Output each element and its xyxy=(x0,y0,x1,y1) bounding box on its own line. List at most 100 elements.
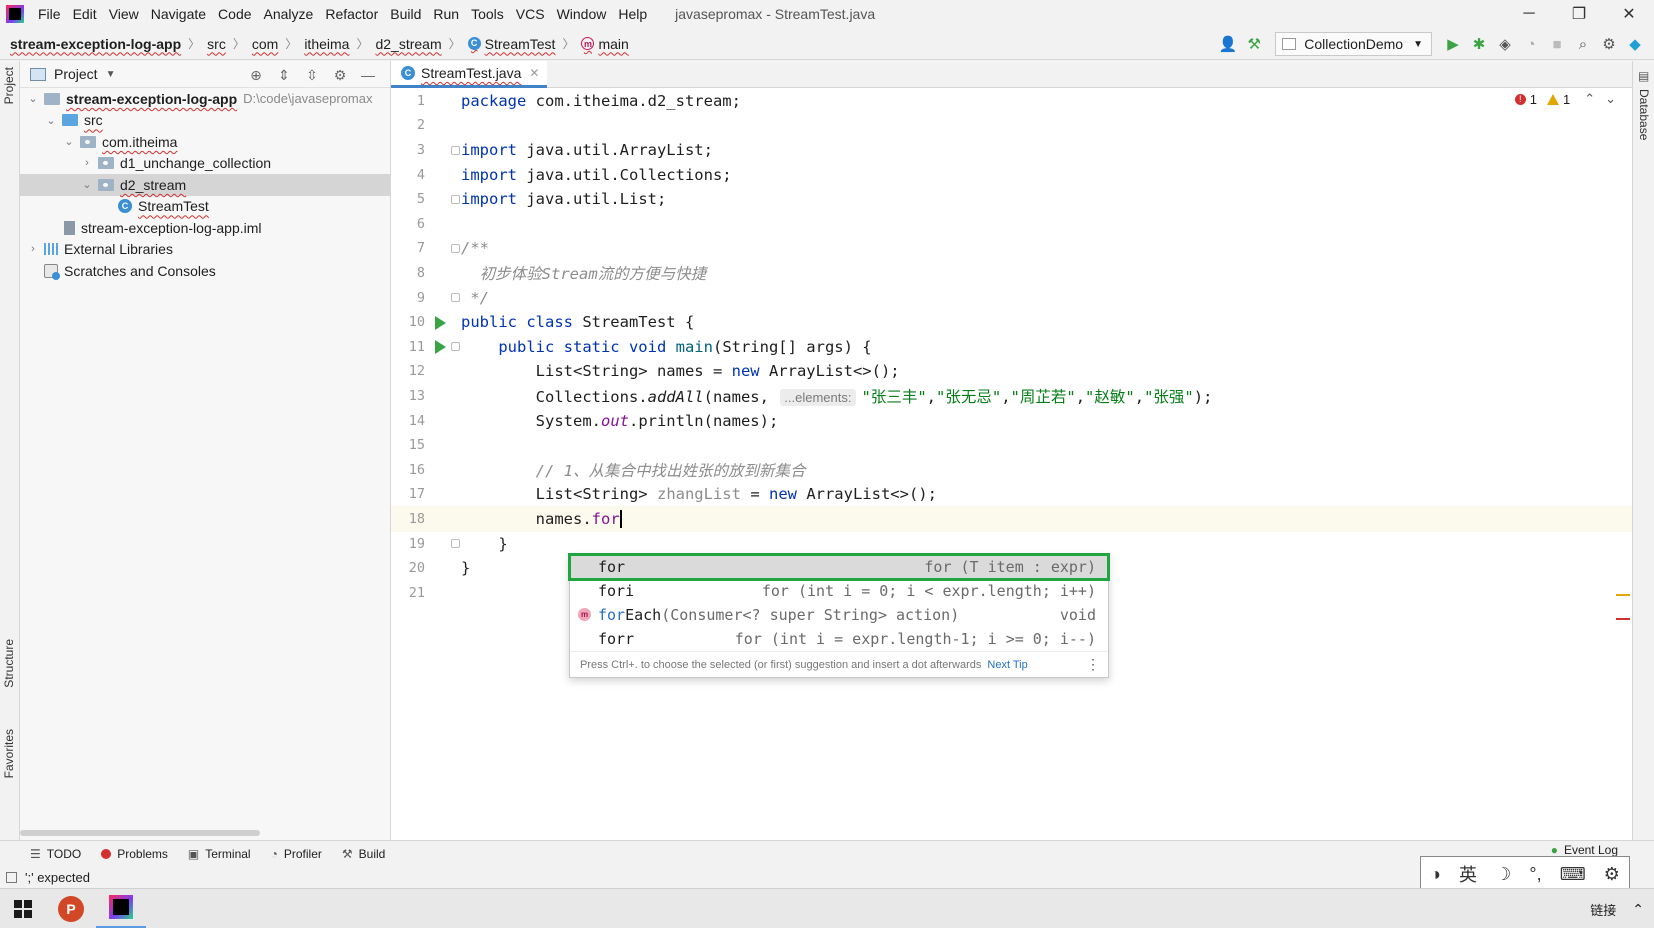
completion-item-for[interactable]: for for (T item : expr) xyxy=(568,553,1110,581)
menu-vcs[interactable]: VCS xyxy=(510,0,551,28)
menu-tools[interactable]: Tools xyxy=(465,0,510,28)
menu-help[interactable]: Help xyxy=(612,0,653,28)
run-gutter-icon[interactable] xyxy=(435,315,446,330)
menu-build[interactable]: Build xyxy=(384,0,427,28)
breadcrumb-project[interactable]: stream-exception-log-app xyxy=(10,36,181,52)
completion-item-forr[interactable]: forr for (int i = expr.length-1; i >= 0;… xyxy=(570,627,1108,651)
breadcrumb-main[interactable]: m main xyxy=(581,36,629,52)
status-toggle-icon[interactable] xyxy=(6,871,17,883)
gear-icon[interactable]: ⚙ xyxy=(326,63,354,87)
tree-node-d1-unchange-collection[interactable]: › d1_unchange_collection xyxy=(20,153,390,175)
next-tip-link[interactable]: Next Tip xyxy=(987,659,1027,671)
taskbar-powerpoint[interactable]: P xyxy=(46,889,96,928)
profile-icon[interactable]: ◔ xyxy=(1518,31,1544,57)
ime-punctuation-toggle[interactable]: °, xyxy=(1529,864,1541,885)
code-keyword: public static void xyxy=(498,337,667,356)
toolbox-icon[interactable]: ◆ xyxy=(1622,31,1648,57)
tree-node-label: com.itheima xyxy=(102,133,178,150)
coverage-icon[interactable]: ◈ xyxy=(1492,31,1518,57)
fold-icon[interactable] xyxy=(451,145,460,155)
gear-icon[interactable]: ⚙ xyxy=(1596,31,1622,57)
chevron-down-icon[interactable]: ▼ xyxy=(106,69,116,80)
close-window-button[interactable]: ✕ xyxy=(1604,0,1654,28)
project-view-select[interactable]: Project xyxy=(54,66,98,82)
chevron-right-icon[interactable]: › xyxy=(26,243,40,255)
more-options-icon[interactable]: ⋮ xyxy=(1086,656,1100,673)
run-configuration-select[interactable]: CollectionDemo ▼ xyxy=(1275,32,1432,56)
breadcrumb-d2-stream[interactable]: d2_stream xyxy=(375,36,441,52)
breadcrumb-src[interactable]: src xyxy=(207,36,226,52)
fold-icon[interactable] xyxy=(451,342,460,352)
breadcrumb-itheima[interactable]: itheima xyxy=(304,36,349,52)
menu-file[interactable]: File xyxy=(32,0,67,28)
tree-node-scratches[interactable]: Scratches and Consoles xyxy=(20,260,390,282)
menu-window[interactable]: Window xyxy=(551,0,613,28)
tray-link-label[interactable]: 链接 xyxy=(1590,900,1616,919)
tree-node-external-libraries[interactable]: › External Libraries xyxy=(20,239,390,261)
structure-tool-tab[interactable]: Structure xyxy=(2,639,16,688)
tree-node-project-root[interactable]: ⌄ stream-exception-log-app D:\code\javas… xyxy=(20,88,390,110)
maximize-button[interactable]: ❐ xyxy=(1554,0,1604,28)
menu-refactor[interactable]: Refactor xyxy=(319,0,384,28)
ime-language-toggle[interactable]: 英 xyxy=(1459,861,1477,887)
fold-icon[interactable] xyxy=(451,293,460,303)
tree-node-streamtest[interactable]: C StreamTest xyxy=(20,196,390,218)
tree-node-src[interactable]: ⌄ src xyxy=(20,110,390,132)
tree-node-iml[interactable]: stream-exception-log-app.iml xyxy=(20,217,390,239)
horizontal-scrollbar[interactable] xyxy=(20,830,260,836)
event-log-icon: ● xyxy=(1550,843,1558,857)
ime-keyboard-icon[interactable]: ⌨ xyxy=(1560,864,1586,885)
start-button[interactable] xyxy=(0,889,46,928)
breadcrumb-streamtest[interactable]: C StreamTest xyxy=(467,36,555,52)
run-gutter-icon[interactable] xyxy=(435,340,446,355)
taskbar-intellij[interactable] xyxy=(96,889,146,928)
tree-node-com-itheima[interactable]: ⌄ com.itheima xyxy=(20,131,390,153)
tool-profiler[interactable]: ◔ Profiler xyxy=(271,847,322,861)
stop-icon[interactable]: ■ xyxy=(1544,31,1570,57)
tool-problems[interactable]: Problems xyxy=(101,847,168,861)
error-stripe-mark[interactable] xyxy=(1616,618,1630,620)
completion-item-foreach[interactable]: m for Each (Consumer<? super String> actio… xyxy=(570,603,1108,627)
menu-run[interactable]: Run xyxy=(427,0,465,28)
menu-analyze[interactable]: Analyze xyxy=(258,0,320,28)
chevron-right-icon[interactable]: › xyxy=(80,157,94,169)
code-editor[interactable]: 1 package com.itheima.d2_stream; 2 3 imp… xyxy=(391,88,1632,840)
collapse-all-icon[interactable]: ⇳ xyxy=(298,63,326,87)
ime-settings-icon[interactable]: ⚙ xyxy=(1604,864,1620,885)
chevron-down-icon[interactable]: ⌄ xyxy=(44,114,58,127)
menu-edit[interactable]: Edit xyxy=(67,0,103,28)
locate-icon[interactable]: ⊕ xyxy=(242,63,270,87)
debug-icon[interactable]: ✱ xyxy=(1466,31,1492,57)
tool-todo[interactable]: ☰ TODO xyxy=(30,847,81,861)
user-icon[interactable]: 👤 xyxy=(1215,31,1241,57)
menu-code[interactable]: Code xyxy=(212,0,257,28)
fold-icon[interactable] xyxy=(451,243,460,253)
expand-all-icon[interactable]: ⇕ xyxy=(270,63,298,87)
tab-streamtest-java[interactable]: C StreamTest.java ✕ xyxy=(391,61,548,88)
run-icon[interactable]: ▶ xyxy=(1440,31,1466,57)
menu-view[interactable]: View xyxy=(103,0,145,28)
ime-logo-icon[interactable]: ◑ xyxy=(1430,864,1441,885)
project-tool-tab[interactable]: Project xyxy=(2,67,16,104)
tree-node-d2-stream[interactable]: ⌄ d2_stream xyxy=(20,174,390,196)
database-tool-tab[interactable]: Database xyxy=(1637,89,1651,140)
tool-terminal[interactable]: ▣ Terminal xyxy=(188,847,251,861)
chevron-down-icon[interactable]: ⌄ xyxy=(62,135,76,148)
breadcrumb-com[interactable]: com xyxy=(252,36,278,52)
chevron-down-icon[interactable]: ⌄ xyxy=(80,178,94,191)
favorites-tool-tab[interactable]: Favorites xyxy=(2,729,16,778)
fold-icon[interactable] xyxy=(451,539,460,549)
chevron-down-icon[interactable]: ⌄ xyxy=(26,92,40,105)
completion-item-fori[interactable]: fori for (int i = 0; i < expr.length; i+… xyxy=(570,579,1108,603)
ime-moon-icon[interactable]: ☽ xyxy=(1495,864,1511,885)
menu-navigate[interactable]: Navigate xyxy=(145,0,212,28)
build-hammer-icon[interactable]: ⚒ xyxy=(1241,31,1267,57)
close-icon[interactable]: ✕ xyxy=(529,66,539,80)
warning-stripe-mark[interactable] xyxy=(1616,594,1630,596)
tool-build[interactable]: ⚒ Build xyxy=(342,847,385,861)
search-icon[interactable]: ⌕ xyxy=(1570,31,1596,57)
chevron-up-icon[interactable]: ⌃ xyxy=(1632,901,1644,918)
minimize-button[interactable]: ─ xyxy=(1504,0,1554,28)
fold-icon[interactable] xyxy=(451,194,460,204)
hide-icon[interactable]: — xyxy=(354,63,382,87)
